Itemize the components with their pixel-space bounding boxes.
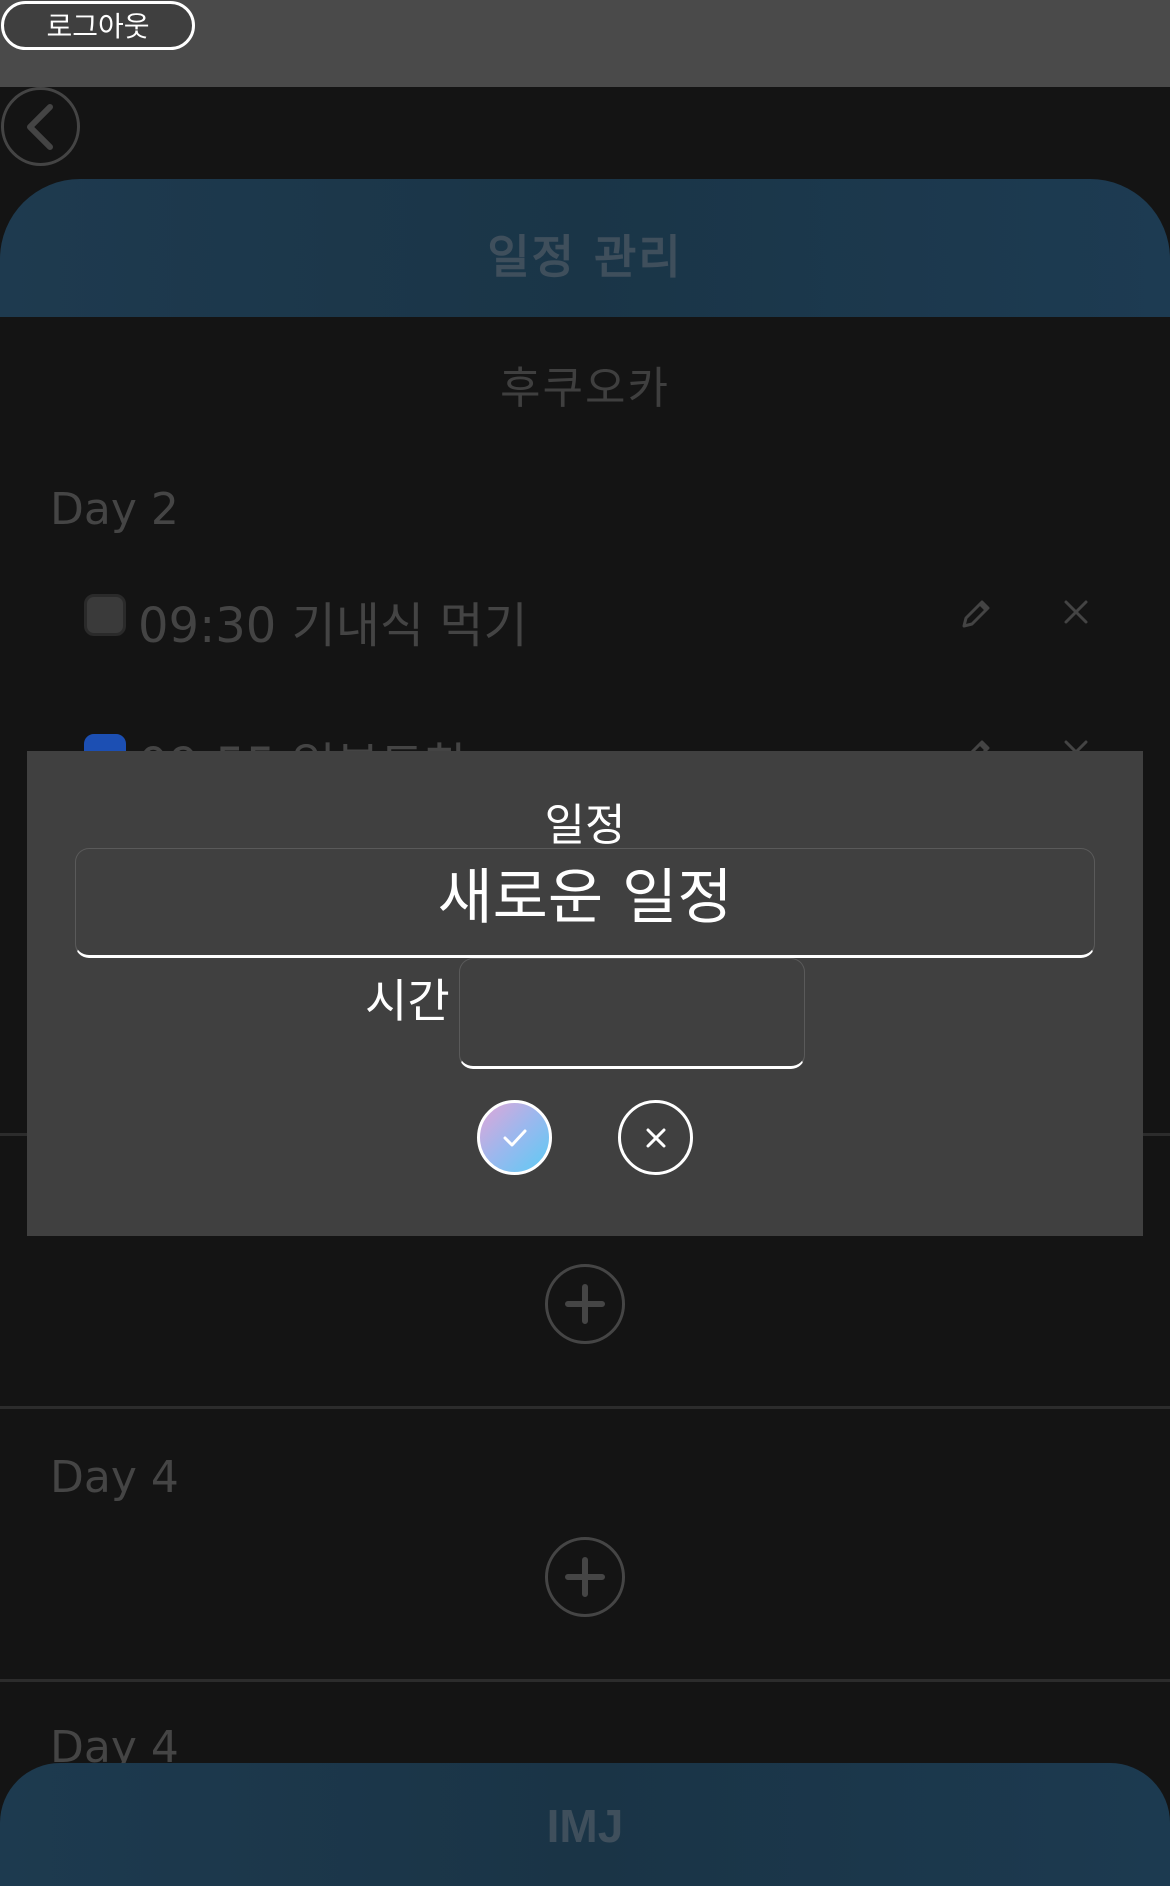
trip-city: 후쿠오카 — [500, 363, 670, 414]
time-input[interactable] — [459, 958, 805, 1069]
pencil-icon[interactable] — [958, 596, 994, 632]
back-button[interactable] — [1, 87, 80, 166]
footer-bar: IMJ — [0, 1763, 1170, 1886]
section-divider — [0, 1679, 1170, 1682]
add-schedule-modal: 일정 새로운 일정 시간 — [27, 751, 1143, 1236]
brand-logo: IMJ — [546, 1800, 624, 1852]
item-checkbox[interactable] — [84, 594, 126, 636]
close-icon — [646, 1128, 666, 1148]
close-icon[interactable] — [1062, 598, 1090, 626]
event-input[interactable]: 새로운 일정 — [75, 848, 1095, 958]
time-label: 시간 — [365, 974, 450, 1028]
plus-icon — [565, 1557, 605, 1597]
logout-button[interactable]: 로그아웃 — [1, 1, 195, 50]
item-text: 09:30 기내식 먹기 — [138, 598, 528, 654]
confirm-button[interactable] — [477, 1100, 552, 1175]
add-schedule-button[interactable] — [545, 1537, 625, 1617]
close-icon[interactable] — [1062, 738, 1090, 751]
page-title: 일정 관리 — [487, 230, 683, 284]
day-label: Day 2 — [50, 484, 179, 535]
add-schedule-button[interactable] — [545, 1264, 625, 1344]
pencil-icon[interactable] — [958, 736, 994, 751]
check-icon — [503, 1129, 527, 1147]
item-text: 09:55 일본도착 — [138, 726, 468, 751]
schedule-item: 09:30 기내식 먹기 — [84, 586, 1094, 654]
event-label: 일정 — [544, 800, 626, 851]
item-checkbox[interactable] — [84, 734, 126, 751]
cancel-button[interactable] — [618, 1100, 693, 1175]
section-divider — [0, 1406, 1170, 1409]
top-bar: 로그아웃 — [0, 0, 1170, 87]
schedule-header: 일정 관리 — [0, 179, 1170, 317]
chevron-left-icon — [27, 104, 53, 150]
plus-icon — [565, 1284, 605, 1324]
schedule-item: 09:55 일본도착 — [84, 726, 1094, 751]
day-label: Day 4 — [50, 1452, 179, 1503]
